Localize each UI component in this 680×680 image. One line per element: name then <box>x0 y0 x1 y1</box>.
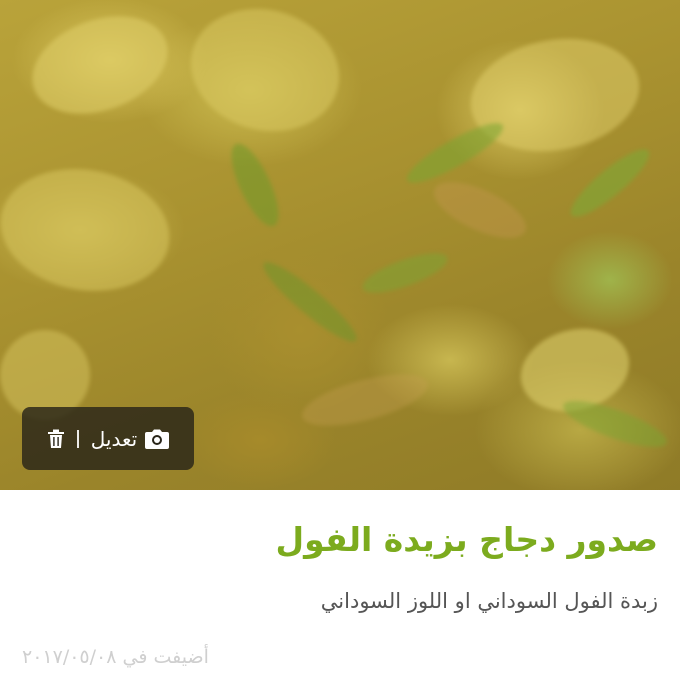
recipe-title: صدور دجاج بزيدة الفول <box>275 520 658 559</box>
camera-icon <box>145 429 170 449</box>
recipe-subtitle: زبدة الفول السوداني او اللوز السوداني <box>320 589 658 613</box>
divider <box>76 429 79 448</box>
photo-edit-overlay: تعديل <box>22 407 194 470</box>
recipe-page: تعديل صدور دجاج بزيدة الفول زبدة الفول ا… <box>0 0 680 680</box>
edit-photo-button[interactable]: تعديل <box>90 426 170 451</box>
edit-label: تعديل <box>90 426 138 451</box>
trash-icon[interactable] <box>47 429 65 449</box>
added-date: أضيفت في ٢٠١٧/٠٥/٠٨ <box>22 646 209 668</box>
